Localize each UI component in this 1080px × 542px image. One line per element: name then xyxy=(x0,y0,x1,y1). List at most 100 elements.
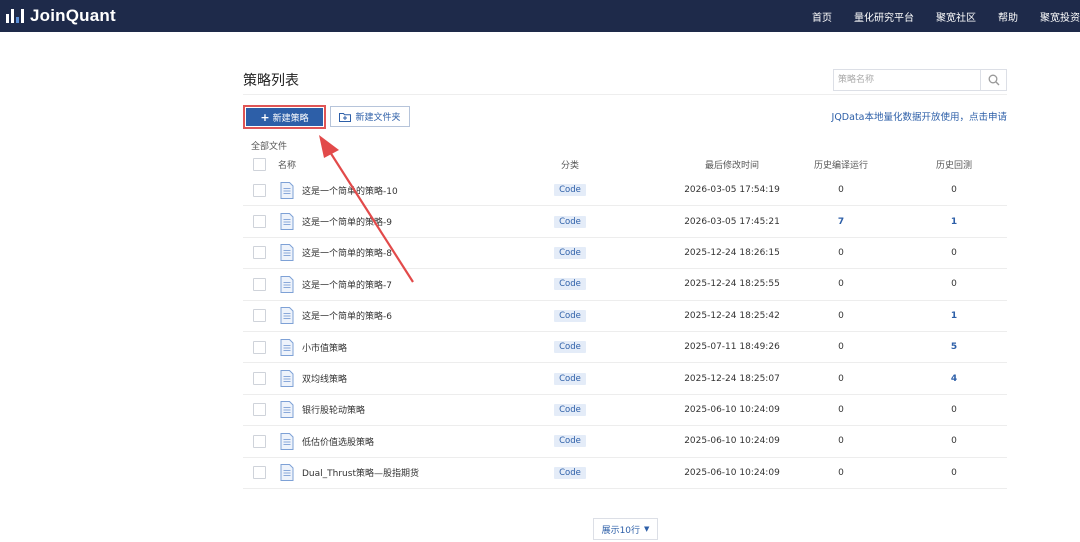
search-button[interactable] xyxy=(980,70,1006,90)
row-name-cell[interactable]: 小市值策略 xyxy=(280,332,347,362)
row-runs-cell: 0 xyxy=(771,426,911,456)
strategy-name[interactable]: 低估价值选股策略 xyxy=(302,435,374,448)
file-icon xyxy=(280,464,294,482)
strategy-name[interactable]: 这是一个简单的策略-10 xyxy=(302,184,398,197)
header-name: 名称 xyxy=(278,160,297,171)
category-badge: Code xyxy=(554,278,586,291)
table-row[interactable]: 双均线策略 Code 2025-12-24 18:25:07 0 4 xyxy=(243,363,1009,395)
rows-per-page-dropdown[interactable]: 展示10行 ▼ xyxy=(593,518,658,540)
row-checkbox[interactable] xyxy=(253,372,266,386)
row-checkbox[interactable] xyxy=(253,434,266,448)
runs-count: 0 xyxy=(838,436,844,447)
strategy-name[interactable]: 这是一个简单的策略-7 xyxy=(302,278,392,291)
table-row[interactable]: 这是一个简单的策略-9 Code 2026-03-05 17:45:21 7 1 xyxy=(243,206,1007,238)
table-row[interactable]: 这是一个简单的策略-10 Code 2026-03-05 17:54:19 0 0 xyxy=(243,175,1007,207)
backtests-count[interactable]: 5 xyxy=(951,342,957,352)
row-backtests-cell: 4 xyxy=(899,363,1009,393)
row-name-cell[interactable]: 这是一个简单的策略-9 xyxy=(280,206,392,236)
logo[interactable]: JoinQuant xyxy=(6,6,116,26)
strategy-name[interactable]: 这是一个简单的策略-8 xyxy=(302,246,392,259)
row-runs-cell: 0 xyxy=(771,238,911,268)
row-runs-cell: 0 xyxy=(771,332,911,362)
row-name-cell[interactable]: Dual_Thrust策略—股指期货 xyxy=(280,458,419,488)
row-check-cell xyxy=(253,458,266,488)
select-all-checkbox[interactable] xyxy=(253,157,266,171)
row-runs-cell: 0 xyxy=(771,395,911,425)
row-runs-cell: 0 xyxy=(771,269,911,299)
file-icon xyxy=(280,370,294,388)
row-name-cell[interactable]: 这是一个简单的策略-7 xyxy=(280,269,392,299)
file-icon xyxy=(280,432,294,450)
row-name-cell[interactable]: 双均线策略 xyxy=(280,363,347,393)
new-folder-button[interactable]: 新建文件夹 xyxy=(330,106,410,127)
row-name-cell[interactable]: 低估价值选股策略 xyxy=(280,426,374,456)
table-row[interactable]: 这是一个简单的策略-8 Code 2025-12-24 18:26:15 0 0 xyxy=(243,238,1007,270)
backtests-count[interactable]: 4 xyxy=(951,374,957,384)
strategy-name[interactable]: 双均线策略 xyxy=(302,372,347,385)
row-check-cell xyxy=(253,332,266,362)
strategy-name[interactable]: 小市值策略 xyxy=(302,341,347,354)
new-strategy-highlight: + 新建策略 xyxy=(243,105,326,129)
file-icon xyxy=(280,275,294,293)
runs-count: 0 xyxy=(838,467,844,478)
runs-count: 0 xyxy=(838,342,844,353)
row-name-cell[interactable]: 这是一个简单的策略-10 xyxy=(280,175,398,205)
backtests-count[interactable]: 1 xyxy=(951,217,957,227)
search-icon xyxy=(988,74,999,86)
backtests-count[interactable]: 1 xyxy=(951,311,957,321)
row-backtests-cell: 5 xyxy=(899,332,1009,362)
row-check-cell xyxy=(253,301,266,331)
folder-breadcrumb: 全部文件 xyxy=(251,142,288,152)
row-checkbox[interactable] xyxy=(253,183,266,197)
file-icon xyxy=(280,307,294,325)
row-checkbox[interactable] xyxy=(253,277,266,291)
strategy-name[interactable]: 银行股轮动策略 xyxy=(302,403,365,416)
page-title: 策略列表 xyxy=(243,73,299,89)
backtests-count: 0 xyxy=(951,247,957,258)
table-row[interactable]: 这是一个简单的策略-7 Code 2025-12-24 18:25:55 0 0 xyxy=(243,269,1009,301)
row-backtests-cell: 0 xyxy=(899,269,1009,299)
row-backtests-cell: 0 xyxy=(899,426,1009,456)
row-name-cell[interactable]: 这是一个简单的策略-8 xyxy=(280,238,392,268)
row-checkbox[interactable] xyxy=(253,340,266,354)
row-checkbox[interactable] xyxy=(253,403,266,417)
row-name-cell[interactable]: 这是一个简单的策略-6 xyxy=(280,301,392,331)
strategy-name[interactable]: 这是一个简单的策略-6 xyxy=(302,309,392,322)
rows-per-page-label: 展示10行 xyxy=(601,525,641,536)
table-row[interactable]: Dual_Thrust策略—股指期货 Code 2025-06-10 10:24:0… xyxy=(243,458,1007,489)
nav-item-help[interactable]: 帮助 xyxy=(998,9,1018,24)
runs-count[interactable]: 7 xyxy=(838,217,844,227)
category-badge: Code xyxy=(554,246,586,259)
strategy-table: 名称 分类 最后修改时间 历史编译运行 历史回测 这是一个简单的策略-10 Cod… xyxy=(243,153,1007,489)
nav-item-research[interactable]: 量化研究平台 xyxy=(854,9,914,24)
row-checkbox[interactable] xyxy=(253,246,266,260)
folder-plus-icon xyxy=(339,112,352,122)
search-input[interactable] xyxy=(834,70,980,90)
new-strategy-button[interactable]: + 新建策略 xyxy=(246,108,323,126)
nav-item-home[interactable]: 首页 xyxy=(812,9,832,24)
row-check-cell xyxy=(253,269,266,299)
row-check-cell xyxy=(253,363,266,393)
row-checkbox[interactable] xyxy=(253,215,266,229)
row-checkbox[interactable] xyxy=(253,309,266,323)
category-badge: Code xyxy=(554,341,586,354)
plus-icon: + xyxy=(260,110,270,124)
row-runs-cell: 0 xyxy=(771,458,911,488)
table-row[interactable]: 银行股轮动策略 Code 2025-06-10 10:24:09 0 0 xyxy=(243,395,1007,427)
strategy-name[interactable]: 这是一个简单的策略-9 xyxy=(302,215,392,228)
row-check-cell xyxy=(253,238,266,268)
row-category-cell: Code xyxy=(548,458,592,488)
row-checkbox[interactable] xyxy=(253,466,266,480)
table-row[interactable]: 这是一个简单的策略-6 Code 2025-12-24 18:25:42 0 1 xyxy=(243,301,1007,332)
file-icon xyxy=(280,181,294,199)
strategy-name[interactable]: Dual_Thrust策略—股指期货 xyxy=(302,466,419,479)
nav-item-community[interactable]: 聚宽社区 xyxy=(936,9,976,24)
jqdata-promo-link[interactable]: JQData本地量化数据开放使用，点击申请 xyxy=(832,109,1007,123)
table-row[interactable]: 低估价值选股策略 Code 2025-06-10 10:24:09 0 0 xyxy=(243,426,1009,458)
row-name-cell[interactable]: 银行股轮动策略 xyxy=(280,395,365,425)
table-header: 名称 分类 最后修改时间 历史编译运行 历史回测 xyxy=(243,153,1007,175)
row-category-cell: Code xyxy=(548,175,592,205)
nav-item-invest[interactable]: 聚宽投资 xyxy=(1040,9,1080,24)
table-row[interactable]: 小市值策略 Code 2025-07-11 18:49:26 0 5 xyxy=(243,332,1009,364)
file-icon xyxy=(280,401,294,419)
